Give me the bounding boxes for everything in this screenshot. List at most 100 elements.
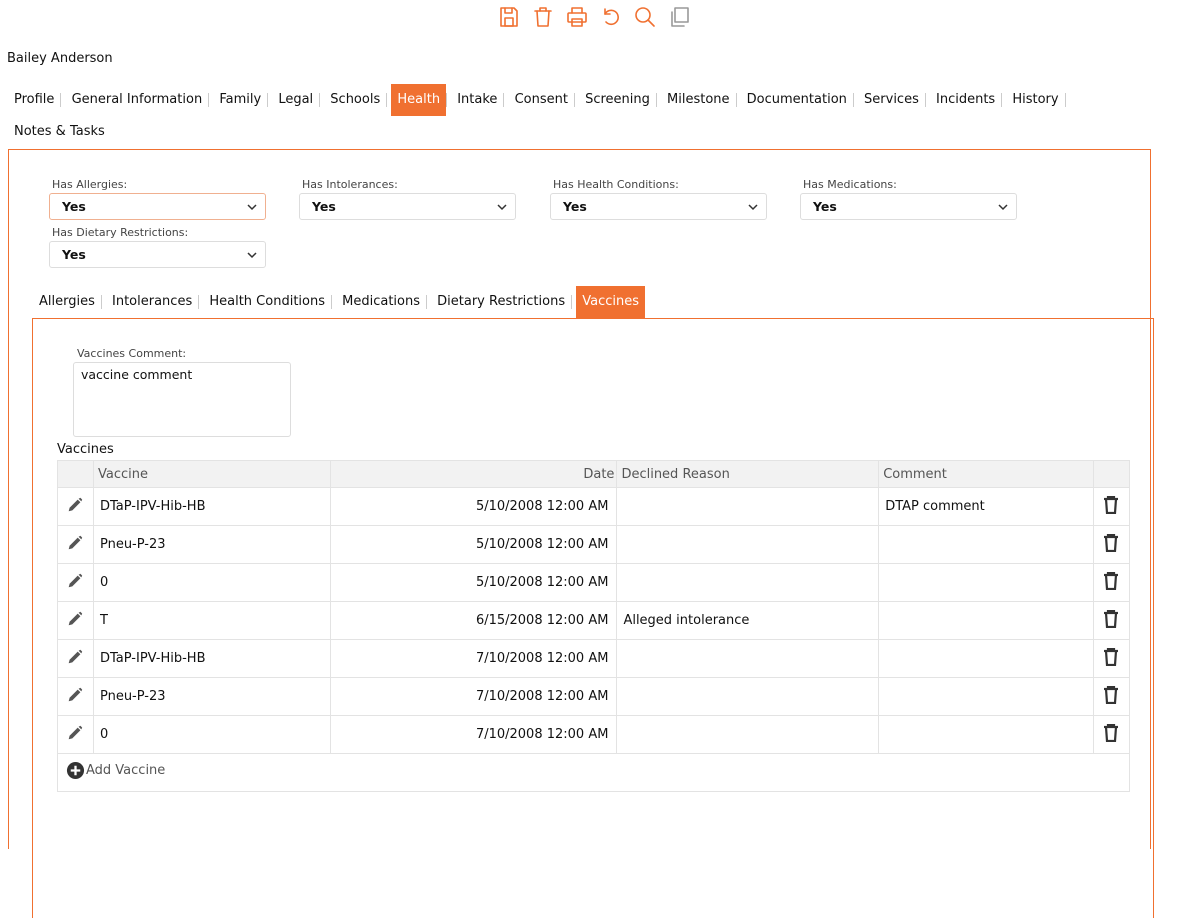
cell-comment	[878, 639, 1094, 678]
pencil-icon[interactable]	[66, 649, 84, 670]
has-intolerances-label: Has Intolerances:	[302, 178, 398, 191]
health-panel: Has Allergies: Yes Has Intolerances: Yes…	[8, 149, 1154, 918]
trash-icon[interactable]	[1103, 495, 1119, 518]
has-medications-select[interactable]: Yes	[800, 193, 1017, 220]
column-header-comment[interactable]: Comment	[878, 460, 1094, 488]
cell-vaccine: Pneu-P-23	[92, 525, 331, 564]
cell-date: 5/10/2008 12:00 AM	[329, 525, 618, 564]
cell-date: 7/10/2008 12:00 AM	[329, 715, 618, 754]
has-allergies-field: Has Allergies: Yes	[49, 178, 266, 220]
table-row: 0 7/10/2008 12:00 AM	[57, 715, 1131, 754]
cell-comment: DTAP comment	[878, 487, 1094, 526]
subtab-health-conditions[interactable]: Health Conditions	[203, 286, 331, 318]
trash-icon[interactable]	[1103, 571, 1119, 594]
cell-vaccine: 0	[92, 715, 331, 754]
main-tabs: Profile General Information Family Legal…	[8, 84, 1158, 148]
copy-icon[interactable]	[664, 2, 694, 32]
cell-declined-reason	[616, 639, 880, 678]
cell-date: 6/15/2008 12:00 AM	[329, 601, 618, 640]
pencil-icon[interactable]	[66, 573, 84, 594]
health-sub-tabs: Allergies Intolerances Health Conditions…	[33, 286, 646, 318]
has-allergies-select[interactable]: Yes	[49, 193, 266, 220]
undo-icon[interactable]	[596, 2, 626, 32]
pencil-icon[interactable]	[66, 725, 84, 746]
tab-separator	[446, 92, 448, 107]
tab-general-information[interactable]: General Information	[66, 84, 209, 116]
vaccines-comment-textarea[interactable]: vaccine comment	[73, 362, 291, 437]
has-medications-field: Has Medications: Yes	[800, 178, 1017, 220]
tab-intake[interactable]: Intake	[451, 84, 503, 116]
subtab-allergies[interactable]: Allergies	[33, 286, 101, 318]
table-row: 0 5/10/2008 12:00 AM	[57, 563, 1131, 602]
cell-comment	[878, 525, 1094, 564]
column-header-declined-reason[interactable]: Declined Reason	[616, 460, 880, 488]
tab-separator	[573, 92, 575, 107]
tab-screening[interactable]: Screening	[579, 84, 656, 116]
tab-separator	[735, 92, 737, 107]
tab-notes-tasks[interactable]: Notes & Tasks	[8, 116, 111, 148]
has-health-conditions-select[interactable]: Yes	[550, 193, 767, 220]
has-dietary-restrictions-value: Yes	[62, 247, 86, 262]
tab-schools[interactable]: Schools	[324, 84, 386, 116]
client-name: Bailey Anderson	[7, 51, 113, 66]
cell-comment	[878, 563, 1094, 602]
tab-separator	[198, 294, 200, 309]
pencil-icon[interactable]	[66, 687, 84, 708]
trash-icon[interactable]	[1103, 685, 1119, 708]
column-header-vaccine[interactable]: Vaccine	[92, 460, 331, 488]
vaccines-grid-title: Vaccines	[57, 442, 114, 457]
save-icon[interactable]	[494, 2, 524, 32]
trash-icon[interactable]	[1103, 723, 1119, 746]
delete-icon[interactable]	[528, 2, 558, 32]
cell-declined-reason: Alleged intolerance	[616, 601, 880, 640]
tab-health[interactable]: Health	[391, 84, 447, 116]
trash-icon[interactable]	[1103, 533, 1119, 556]
cell-vaccine: DTaP-IPV-Hib-HB	[92, 639, 331, 678]
has-dietary-restrictions-label: Has Dietary Restrictions:	[52, 226, 189, 239]
trash-icon[interactable]	[1103, 647, 1119, 670]
tab-separator	[924, 92, 926, 107]
subtab-intolerances[interactable]: Intolerances	[106, 286, 198, 318]
vaccines-grid: Vaccine Date Declined Reason Comment DTa…	[57, 460, 1131, 792]
cell-comment	[878, 601, 1094, 640]
subtab-dietary-restrictions[interactable]: Dietary Restrictions	[431, 286, 571, 318]
has-dietary-restrictions-select[interactable]: Yes	[49, 241, 266, 268]
tab-incidents[interactable]: Incidents	[930, 84, 1001, 116]
tab-separator	[208, 92, 210, 107]
table-row: DTaP-IPV-Hib-HB 7/10/2008 12:00 AM	[57, 639, 1131, 678]
subtab-medications[interactable]: Medications	[336, 286, 426, 318]
tab-family[interactable]: Family	[213, 84, 267, 116]
has-health-conditions-label: Has Health Conditions:	[553, 178, 679, 191]
cell-vaccine: T	[92, 601, 331, 640]
subtab-vaccines[interactable]: Vaccines	[576, 286, 646, 318]
tab-consent[interactable]: Consent	[509, 84, 574, 116]
cell-vaccine: Pneu-P-23	[92, 677, 331, 716]
search-icon[interactable]	[630, 2, 660, 32]
has-medications-value: Yes	[813, 199, 837, 214]
column-header-date[interactable]: Date	[329, 460, 618, 488]
tab-profile[interactable]: Profile	[8, 84, 60, 116]
chevron-down-icon	[497, 203, 507, 210]
print-icon[interactable]	[562, 2, 592, 32]
tab-history[interactable]: History	[1006, 84, 1064, 116]
cell-declined-reason	[616, 525, 880, 564]
tab-services[interactable]: Services	[858, 84, 925, 116]
pencil-icon[interactable]	[66, 611, 84, 632]
pencil-icon[interactable]	[66, 535, 84, 556]
tab-separator	[60, 92, 62, 107]
vaccines-panel: Vaccines Comment: vaccine comment Vaccin…	[32, 318, 1154, 918]
has-intolerances-field: Has Intolerances: Yes	[299, 178, 516, 220]
edit-column-header	[57, 460, 94, 488]
tab-milestone[interactable]: Milestone	[661, 84, 736, 116]
cell-vaccine: 0	[92, 563, 331, 602]
tab-separator	[386, 92, 388, 107]
tab-documentation[interactable]: Documentation	[741, 84, 853, 116]
pencil-icon[interactable]	[66, 497, 84, 518]
trash-icon[interactable]	[1103, 609, 1119, 632]
chevron-down-icon	[998, 203, 1008, 210]
tab-legal[interactable]: Legal	[272, 84, 319, 116]
has-intolerances-select[interactable]: Yes	[299, 193, 516, 220]
tab-separator	[1064, 92, 1066, 107]
has-allergies-value: Yes	[62, 199, 86, 214]
add-vaccine-button[interactable]: Add Vaccine	[66, 761, 165, 780]
